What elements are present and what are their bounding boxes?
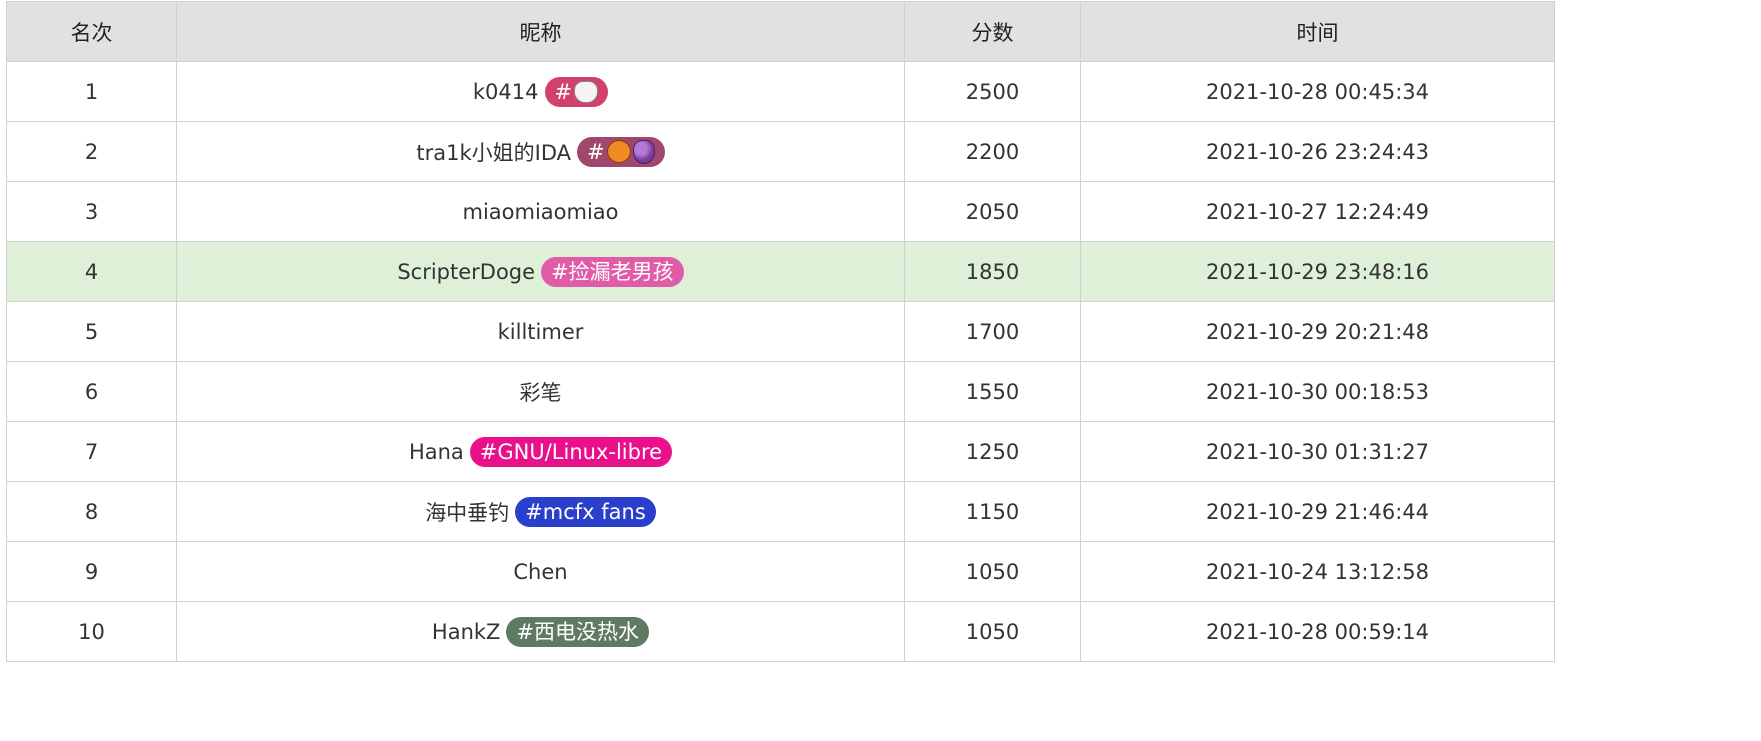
score-cell: 1050 (904, 601, 1081, 662)
rank-cell: 10 (6, 601, 177, 662)
name-cell: ScripterDoge #捡漏老男孩 (176, 241, 905, 302)
score-cell: 2200 (904, 121, 1081, 182)
table-row: 10 HankZ #西电没热水 1050 2021-10-28 00:59:14 (6, 601, 1555, 662)
player-tag-badge: #西电没热水 (506, 616, 650, 647)
score-cell: 1050 (904, 541, 1081, 602)
time-cell: 2021-10-29 20:21:48 (1080, 301, 1555, 362)
score-cell: 1850 (904, 241, 1081, 302)
score-cell: 1250 (904, 421, 1081, 482)
table-row: 7 Hana #GNU/Linux-libre 1250 2021-10-30 01:3… (6, 421, 1555, 482)
name-cell: 海中垂钓 #mcfx fans (176, 481, 905, 542)
rank-cell: 1 (6, 61, 177, 122)
player-name: 彩笔 (519, 380, 562, 405)
header-rank: 名次 (6, 1, 177, 62)
time-cell: 2021-10-24 13:12:58 (1080, 541, 1555, 602)
player-name: ScripterDoge (397, 259, 536, 284)
time-cell: 2021-10-30 00:18:53 (1080, 361, 1555, 422)
rank-cell: 3 (6, 181, 177, 242)
table-row: 3 miaomiaomiao 2050 2021-10-27 12:24:49 (6, 181, 1555, 242)
score-cell: 2500 (904, 61, 1081, 122)
name-cell: killtimer (176, 301, 905, 362)
table-row: 2 tra1k小姐的IDA #2200 2021-10-26 23:24:43 (6, 121, 1555, 182)
player-name: k0414 (472, 79, 539, 104)
tag-label: #西电没热水 (516, 619, 640, 644)
rank-cell: 8 (6, 481, 177, 542)
player-tag-badge: # (544, 76, 609, 107)
name-cell: Hana #GNU/Linux-libre (176, 421, 905, 482)
table-row: 9 Chen 1050 2021-10-24 13:12:58 (6, 541, 1555, 602)
tag-label: #捡漏老男孩 (551, 259, 674, 284)
name-cell: 彩笔 (176, 361, 905, 422)
player-name: miaomiaomiao (462, 200, 619, 224)
player-tag-badge: #GNU/Linux-libre (469, 436, 673, 467)
rank-cell: 6 (6, 361, 177, 422)
header-row: 名次 昵称 分数 时间 (6, 1, 1555, 62)
tag-label: # (587, 139, 605, 164)
time-cell: 2021-10-26 23:24:43 (1080, 121, 1555, 182)
leaderboard-table: 名次 昵称 分数 时间 1 k0414 #2500 2021-10-28 00:45:… (6, 1, 1555, 662)
rank-cell: 9 (6, 541, 177, 602)
player-tag-badge: # (577, 136, 665, 167)
score-cell: 1550 (904, 361, 1081, 422)
table-row: 4 ScripterDoge #捡漏老男孩 1850 2021-10-29 23:48:… (6, 241, 1555, 302)
table-body: 1 k0414 #2500 2021-10-28 00:45:34 2 tra1k小姐的I… (6, 61, 1555, 662)
player-name: killtimer (497, 320, 584, 344)
tag-label: #GNU/Linux-libre (479, 439, 663, 464)
name-cell: miaomiaomiao (176, 181, 905, 242)
time-cell: 2021-10-27 12:24:49 (1080, 181, 1555, 242)
player-tag-badge: #捡漏老男孩 (541, 256, 684, 287)
score-cell: 2050 (904, 181, 1081, 242)
table-row: 8 海中垂钓 #mcfx fans 1150 2021-10-29 21:46:44 (6, 481, 1555, 542)
grapes-icon (632, 139, 655, 164)
player-name: Hana (408, 439, 464, 464)
player-tag-badge: #mcfx fans (515, 496, 656, 527)
jack-o-lantern-icon (606, 140, 631, 163)
score-cell: 1150 (904, 481, 1081, 542)
time-cell: 2021-10-28 00:45:34 (1080, 61, 1555, 122)
cat-face-icon (574, 80, 599, 103)
time-cell: 2021-10-29 23:48:16 (1080, 241, 1555, 302)
table-row: 6 彩笔 1550 2021-10-30 00:18:53 (6, 361, 1555, 422)
player-name: HankZ (431, 619, 501, 644)
time-cell: 2021-10-30 01:31:27 (1080, 421, 1555, 482)
rank-cell: 4 (6, 241, 177, 302)
rank-cell: 5 (6, 301, 177, 362)
score-cell: 1700 (904, 301, 1081, 362)
header-score: 分数 (904, 1, 1081, 62)
name-cell: k0414 # (176, 61, 905, 122)
tag-label: #mcfx fans (525, 499, 646, 524)
player-name: tra1k小姐的IDA (416, 140, 571, 165)
rank-cell: 2 (6, 121, 177, 182)
table-header: 名次 昵称 分数 时间 (6, 1, 1555, 62)
header-name: 昵称 (176, 1, 905, 62)
table-row: 1 k0414 #2500 2021-10-28 00:45:34 (6, 61, 1555, 122)
rank-cell: 7 (6, 421, 177, 482)
tag-label: # (554, 79, 573, 104)
time-cell: 2021-10-28 00:59:14 (1080, 601, 1555, 662)
table-row: 5 killtimer 1700 2021-10-29 20:21:48 (6, 301, 1555, 362)
time-cell: 2021-10-29 21:46:44 (1080, 481, 1555, 542)
name-cell: HankZ #西电没热水 (176, 601, 905, 662)
name-cell: Chen (176, 541, 905, 602)
name-cell: tra1k小姐的IDA # (176, 121, 905, 182)
header-time: 时间 (1080, 1, 1555, 62)
player-name: Chen (513, 560, 568, 584)
player-name: 海中垂钓 (425, 500, 510, 525)
